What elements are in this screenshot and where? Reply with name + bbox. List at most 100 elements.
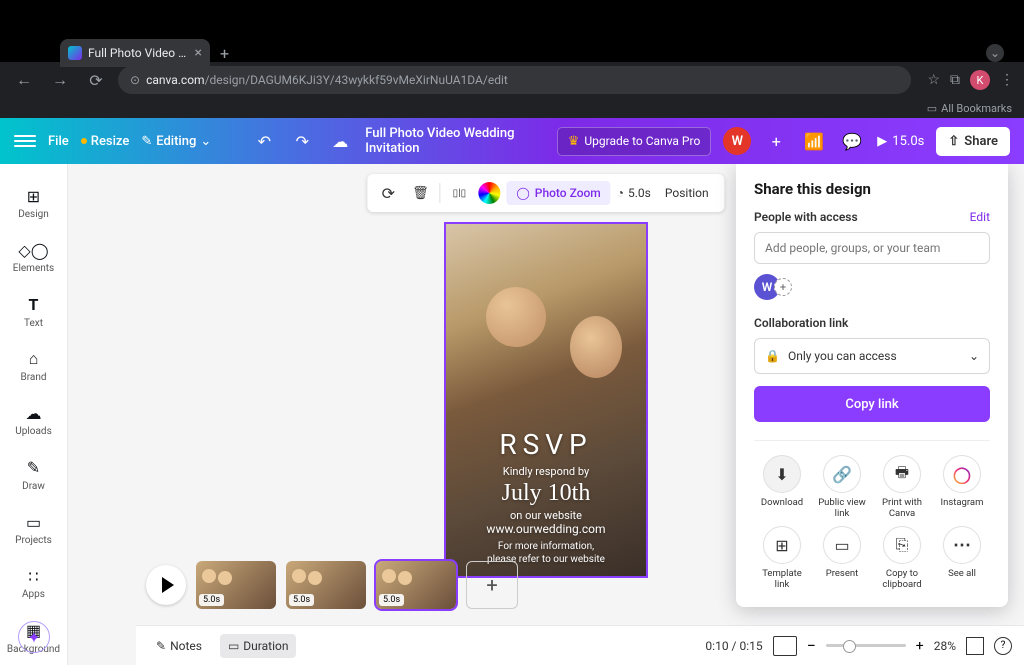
play-preview-button[interactable]: ▶15.0s (877, 134, 924, 149)
canva-header: File Resize ✎Editing⌄ Full Photo Video W… (0, 118, 1024, 164)
add-user-button[interactable]: + (763, 128, 789, 154)
copy-clipboard-option[interactable]: Copy to clipboard (874, 526, 930, 591)
share-title: Share this design (754, 180, 990, 198)
delete-button[interactable] (407, 180, 433, 206)
sync-status-icon[interactable] (327, 128, 353, 154)
tab-title: Full Photo Video Wedding Inv (88, 46, 189, 60)
template-link-option[interactable]: Template link (754, 526, 810, 591)
copy-link-button[interactable]: Copy link (754, 386, 990, 422)
draw-icon: ✎ (24, 458, 44, 478)
rail-text[interactable]: TText (0, 285, 67, 339)
rail-projects[interactable]: ▭Projects (0, 502, 67, 556)
undo-button[interactable] (251, 128, 277, 154)
url-icons: ☆ ⧉ K ⋮ (927, 70, 1014, 90)
reload-button[interactable]: ⟳ (82, 66, 110, 94)
profile-avatar[interactable]: K (970, 70, 990, 90)
clip-1[interactable]: 5.0s (196, 561, 276, 609)
design-canvas[interactable]: RSVP Kindly respond by July 10th on our … (444, 222, 648, 578)
share-button[interactable]: ⇧Share (936, 127, 1010, 156)
flip-button[interactable] (446, 180, 472, 206)
duration-button[interactable]: ▭Duration (220, 634, 297, 658)
window-menu-icon[interactable]: ⌄ (986, 44, 1004, 62)
notes-button[interactable]: ✎Notes (148, 634, 210, 658)
canvas-area[interactable]: ◯Photo Zoom 5.0s Position RSVP Kindly re… (68, 164, 1024, 665)
pencil-icon: ✎ (141, 134, 152, 149)
url-bar: ← → ⟳ ⊙ canva.com/design/DAGUM6KJi3Y/43w… (0, 62, 1024, 98)
rail-brand[interactable]: ⌂Brand (0, 339, 67, 393)
upgrade-button[interactable]: ♛Upgrade to Canva Pro (557, 127, 712, 156)
browser-tabbar: Full Photo Video Wedding Inv × + ⌄ (0, 0, 1024, 62)
website-url: www.ourwedding.com (454, 522, 638, 536)
resize-button[interactable]: Resize (81, 134, 130, 149)
play-icon: ▶ (877, 134, 887, 149)
help-button[interactable]: ? (994, 637, 1012, 655)
zoom-minus[interactable]: − (807, 636, 816, 655)
see-all-option[interactable]: See all (934, 526, 990, 591)
download-icon (763, 455, 801, 493)
zoom-plus[interactable]: + (916, 638, 924, 654)
analytics-icon[interactable]: 📶 (801, 128, 827, 154)
download-option[interactable]: Download (754, 455, 810, 520)
edit-access-link[interactable]: Edit (970, 210, 990, 224)
rsvp-subtext: Kindly respond by (454, 465, 638, 478)
animate-button[interactable] (375, 180, 401, 206)
browser-tab[interactable]: Full Photo Video Wedding Inv × (60, 39, 210, 67)
rail-design[interactable]: ⊞Design (0, 176, 67, 230)
comment-icon[interactable]: 💬 (839, 128, 865, 154)
print-option[interactable]: Print with Canva (874, 455, 930, 520)
side-rail: ⊞Design ◇◯Elements TText ⌂Brand ☁Uploads… (0, 164, 68, 665)
url-input[interactable]: ⊙ canva.com/design/DAGUM6KJi3Y/43wykkf59… (118, 66, 911, 94)
notes-icon: ✎ (156, 639, 166, 653)
clip-3[interactable]: ▼5.0s (376, 561, 456, 609)
present-icon: ▭ (823, 526, 861, 564)
position-button[interactable]: Position (657, 182, 717, 204)
new-tab-button[interactable]: + (220, 44, 229, 63)
fullscreen-button[interactable] (966, 637, 984, 655)
collab-link-label: Collaboration link (754, 316, 990, 330)
design-title[interactable]: Full Photo Video Wedding Invitation (365, 126, 544, 156)
add-people-input[interactable] (754, 232, 990, 264)
time-display: 0:10 / 0:15 (705, 639, 762, 653)
printer-icon (883, 455, 921, 493)
apps-icon: ∷ (24, 566, 44, 586)
add-collaborator-button[interactable]: + (774, 278, 792, 296)
zoom-slider[interactable] (826, 644, 906, 647)
elements-icon: ◇◯ (24, 240, 44, 260)
close-icon[interactable]: × (195, 45, 202, 61)
star-icon[interactable]: ☆ (927, 72, 940, 88)
rail-elements[interactable]: ◇◯Elements (0, 230, 67, 284)
editing-button[interactable]: ✎Editing⌄ (141, 134, 211, 149)
rail-apps[interactable]: ∷Apps (0, 556, 67, 610)
forward-button[interactable]: → (46, 66, 74, 94)
back-button[interactable]: ← (10, 66, 38, 94)
crown-dot-icon (81, 138, 87, 144)
share-panel: Share this design People with access Edi… (736, 164, 1008, 607)
photo-zoom-button[interactable]: ◯Photo Zoom (506, 181, 610, 205)
all-bookmarks-link[interactable]: ▭ All Bookmarks (927, 102, 1012, 115)
zoom-level: 28% (934, 639, 956, 653)
rail-uploads[interactable]: ☁Uploads (0, 393, 67, 447)
file-menu[interactable]: File (48, 134, 69, 149)
menu-icon[interactable] (14, 130, 36, 152)
magic-button[interactable]: ✦ (18, 621, 50, 653)
view-mode-button[interactable] (773, 636, 797, 656)
clock-icon (617, 186, 624, 200)
extensions-icon[interactable]: ⧉ (950, 72, 960, 88)
rail-draw[interactable]: ✎Draw (0, 448, 67, 502)
instagram-option[interactable]: ◯Instagram (934, 455, 990, 520)
access-dropdown[interactable]: Only you can access (754, 338, 990, 374)
present-option[interactable]: ▭Present (814, 526, 870, 591)
brand-icon: ⌂ (24, 349, 44, 369)
timing-button[interactable]: 5.0s (617, 186, 651, 200)
user-avatar[interactable]: W (723, 127, 751, 155)
color-picker[interactable] (478, 182, 500, 204)
timeline-icon: ▭ (228, 639, 239, 653)
clip-2[interactable]: 5.0s (286, 561, 366, 609)
timeline-play-button[interactable] (146, 565, 186, 605)
add-page-button[interactable]: + (466, 561, 518, 609)
projects-icon: ▭ (24, 512, 44, 532)
browser-menu-icon[interactable]: ⋮ (1000, 72, 1014, 88)
redo-button[interactable] (289, 128, 315, 154)
public-view-option[interactable]: 🔗Public view link (814, 455, 870, 520)
bookmark-bar: ▭ All Bookmarks (0, 98, 1024, 118)
